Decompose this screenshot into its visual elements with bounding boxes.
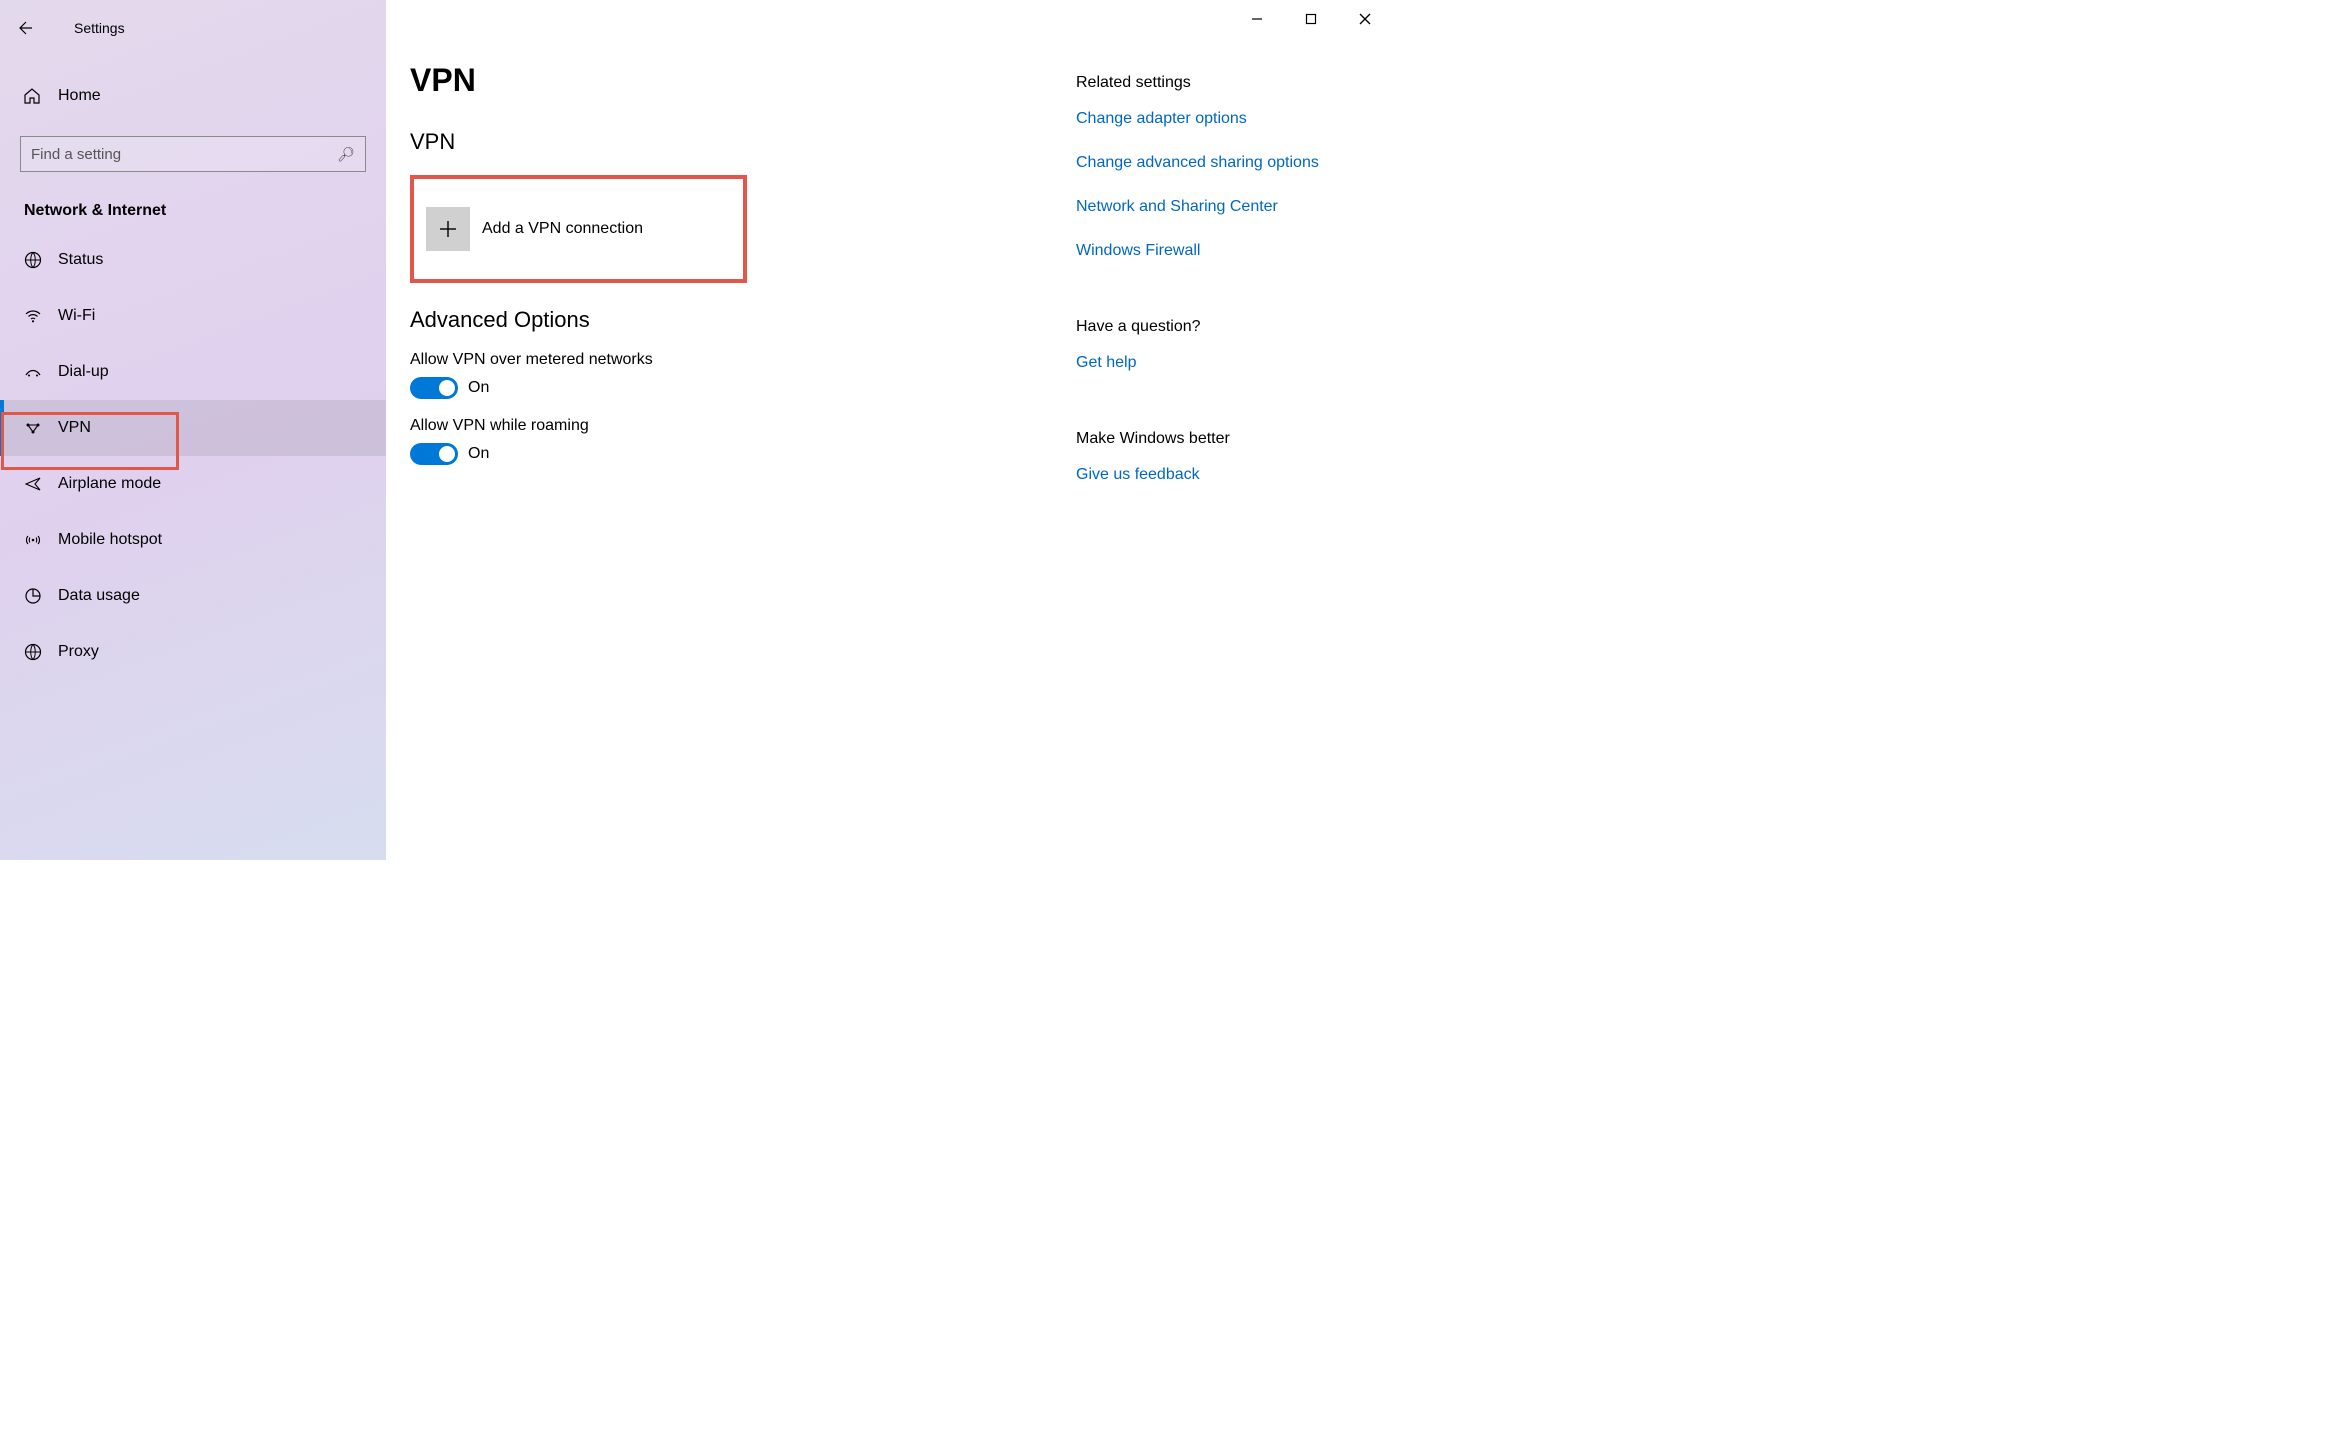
sidebar-item-status[interactable]: Status xyxy=(0,232,386,288)
sidebar-item-proxy[interactable]: Proxy xyxy=(0,624,386,680)
search-icon: 🔍︎ xyxy=(337,146,355,163)
search-box[interactable]: 🔍︎ xyxy=(20,136,366,172)
minimize-button[interactable] xyxy=(1230,2,1284,36)
sidebar-item-label: Data usage xyxy=(58,587,140,605)
close-button[interactable] xyxy=(1338,2,1392,36)
add-vpn-label: Add a VPN connection xyxy=(482,220,643,238)
search-input[interactable] xyxy=(31,146,337,163)
window-controls xyxy=(1230,2,1392,36)
link-network-sharing-center[interactable]: Network and Sharing Center xyxy=(1076,198,1372,216)
sidebar-item-label: VPN xyxy=(58,419,91,437)
toggle-row-roaming: Allow VPN while roaming On xyxy=(410,417,1076,465)
toggle-switch-roaming[interactable] xyxy=(410,443,458,465)
back-icon[interactable] xyxy=(16,20,40,36)
status-icon xyxy=(22,251,44,269)
sidebar-item-wifi[interactable]: Wi-Fi xyxy=(0,288,386,344)
toggle-state: On xyxy=(468,445,489,463)
sidebar-item-datausage[interactable]: Data usage xyxy=(0,568,386,624)
question-heading: Have a question? xyxy=(1076,318,1372,336)
home-icon xyxy=(20,87,44,105)
add-vpn-button[interactable]: Add a VPN connection xyxy=(416,197,731,261)
related-settings-heading: Related settings xyxy=(1076,74,1372,92)
maximize-button[interactable] xyxy=(1284,2,1338,36)
sidebar-item-label: Mobile hotspot xyxy=(58,531,162,549)
toggle-row-metered: Allow VPN over metered networks On xyxy=(410,351,1076,399)
hotspot-icon xyxy=(22,531,44,549)
sidebar-item-dialup[interactable]: Dial-up xyxy=(0,344,386,400)
datausage-icon xyxy=(22,587,44,605)
plus-icon xyxy=(426,207,470,251)
wifi-icon xyxy=(22,307,44,325)
right-rail: Related settings Change adapter options … xyxy=(1076,16,1396,860)
link-windows-firewall[interactable]: Windows Firewall xyxy=(1076,242,1372,260)
toggle-label: Allow VPN over metered networks xyxy=(410,351,1076,369)
page-title: VPN xyxy=(410,62,1076,99)
sidebar-item-hotspot[interactable]: Mobile hotspot xyxy=(0,512,386,568)
dialup-icon xyxy=(22,363,44,381)
link-give-feedback[interactable]: Give us feedback xyxy=(1076,466,1372,484)
vpn-subheader: VPN xyxy=(410,129,1076,155)
feedback-heading: Make Windows better xyxy=(1076,430,1372,448)
sidebar-item-airplane[interactable]: Airplane mode xyxy=(0,456,386,512)
sidebar: Settings Home 🔍︎ Network & Internet Stat… xyxy=(0,0,386,860)
link-change-adapter[interactable]: Change adapter options xyxy=(1076,110,1372,128)
sidebar-item-label: Airplane mode xyxy=(58,475,161,493)
sidebar-item-vpn[interactable]: VPN xyxy=(0,400,386,456)
link-advanced-sharing[interactable]: Change advanced sharing options xyxy=(1076,154,1372,172)
home-label: Home xyxy=(58,87,101,105)
sidebar-item-label: Dial-up xyxy=(58,363,109,381)
toggle-switch-metered[interactable] xyxy=(410,377,458,399)
main: VPN VPN Add a VPN connection Advanced Op… xyxy=(386,0,1396,860)
sidebar-item-label: Wi-Fi xyxy=(58,307,95,325)
titlebar-left: Settings xyxy=(0,8,386,48)
vpn-icon xyxy=(22,419,44,437)
airplane-icon xyxy=(22,475,44,493)
advanced-options-heading: Advanced Options xyxy=(410,307,1076,333)
content: VPN VPN Add a VPN connection Advanced Op… xyxy=(410,16,1076,860)
sidebar-item-label: Status xyxy=(58,251,103,269)
toggle-state: On xyxy=(468,379,489,397)
sidebar-item-label: Proxy xyxy=(58,643,99,661)
sidebar-section-title: Network & Internet xyxy=(24,202,386,220)
highlight-box-add-vpn: Add a VPN connection xyxy=(410,175,747,283)
sidebar-item-home[interactable]: Home xyxy=(0,74,386,118)
proxy-icon xyxy=(22,643,44,661)
window-title: Settings xyxy=(74,20,125,36)
toggle-label: Allow VPN while roaming xyxy=(410,417,1076,435)
link-get-help[interactable]: Get help xyxy=(1076,354,1372,372)
